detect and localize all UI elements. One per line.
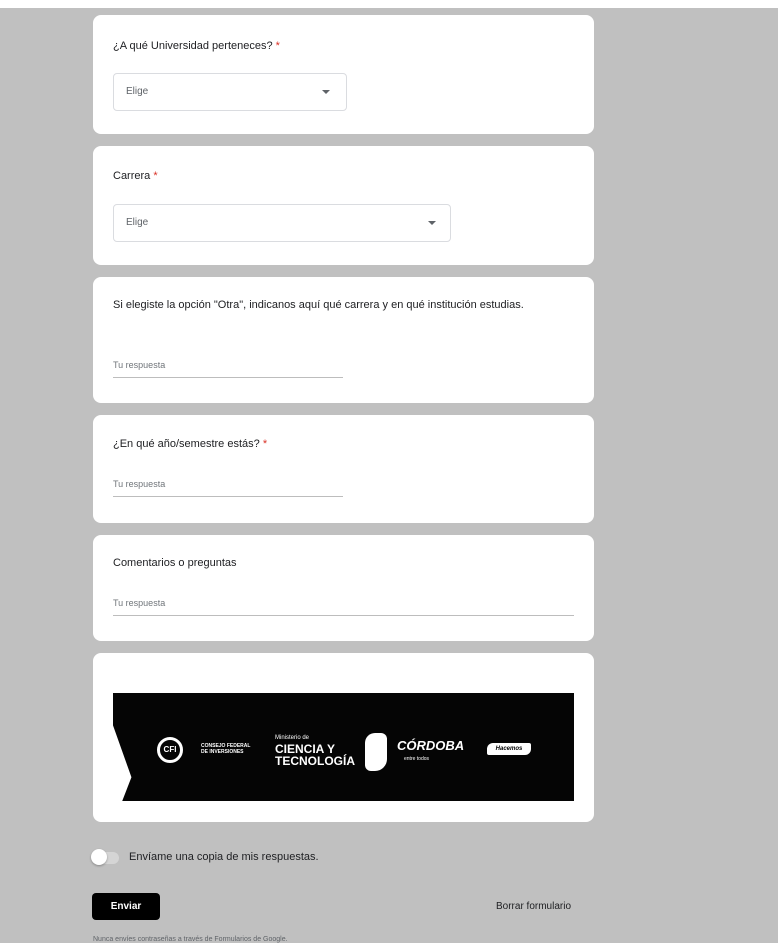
ministerio-name: CIENCIA Y TECNOLOGÍA <box>275 742 355 768</box>
input-placeholder: Tu respuesta <box>113 598 166 608</box>
cordoba-logo: CÓRDOBA <box>397 738 465 753</box>
question-card-career: Carrera * Elige <box>93 146 594 265</box>
question-label: Comentarios o preguntas <box>113 557 237 569</box>
ministerio-label: Ministerio de <box>275 735 310 741</box>
question-label: ¿A qué Universidad perteneces? * <box>113 40 280 52</box>
top-strip <box>0 0 778 8</box>
sponsor-banner: CFI CONSEJO FEDERAL DE INVERSIONES Minis… <box>113 693 574 801</box>
university-select[interactable]: Elige <box>113 73 347 111</box>
question-card-year: ¿En qué año/semestre estás? * Tu respues… <box>93 415 594 523</box>
copy-toggle-label: Envíame una copia de mis respuestas. <box>129 851 319 863</box>
select-value: Elige <box>126 86 149 97</box>
chevron-down-icon <box>428 221 436 225</box>
chevron-down-icon <box>322 90 330 94</box>
copy-toggle-knob[interactable] <box>91 849 107 865</box>
career-select[interactable]: Elige <box>113 204 451 242</box>
year-semester-input[interactable]: Tu respuesta <box>113 478 343 497</box>
input-placeholder: Tu respuesta <box>113 479 166 489</box>
cordoba-tagline: entre todos <box>404 756 430 762</box>
submit-button[interactable]: Enviar <box>92 893 160 920</box>
required-mark: * <box>275 40 280 52</box>
question-label: Si elegiste la opción "Otra", indicanos … <box>113 299 524 311</box>
question-label: ¿En qué año/semestre estás? * <box>113 438 268 450</box>
question-card-comments: Comentarios o preguntas Tu respuesta <box>93 535 594 641</box>
input-placeholder: Tu respuesta <box>113 360 166 370</box>
question-label: Carrera * <box>113 170 158 182</box>
question-card-other: Si elegiste la opción "Otra", indicanos … <box>93 277 594 403</box>
question-card-university: ¿A qué Universidad perteneces? * Elige <box>93 15 594 134</box>
banner-card: CFI CONSEJO FEDERAL DE INVERSIONES Minis… <box>93 653 594 822</box>
other-career-input[interactable]: Tu respuesta <box>113 359 343 378</box>
required-mark: * <box>153 170 158 182</box>
comments-input[interactable]: Tu respuesta <box>113 597 574 616</box>
cfi-logo: CFI <box>157 737 183 763</box>
clear-form-button[interactable]: Borrar formulario <box>496 901 571 912</box>
cordoba-province-icon <box>365 733 387 771</box>
required-mark: * <box>262 438 268 450</box>
cfi-text: CONSEJO FEDERAL DE INVERSIONES <box>201 743 251 755</box>
hacemos-badge: Hacemos <box>487 743 531 755</box>
select-value: Elige <box>126 217 149 228</box>
